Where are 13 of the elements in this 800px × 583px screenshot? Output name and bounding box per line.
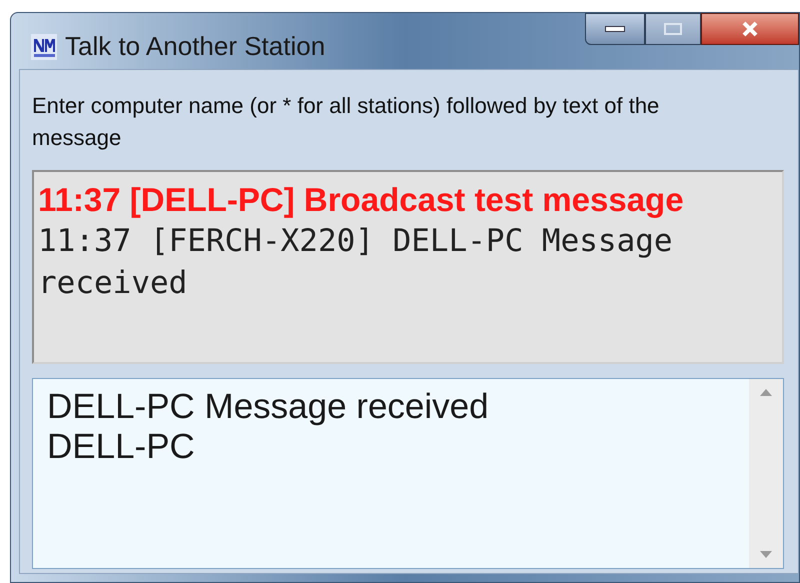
message-input-field[interactable]: DELL-PC Message received DELL-PC	[32, 378, 784, 569]
maximize-button[interactable]	[645, 13, 701, 45]
vertical-scrollbar[interactable]	[749, 379, 783, 568]
window-title: Talk to Another Station	[65, 30, 326, 63]
instruction-text: Enter computer name (or * for all stations) followed by text of the message	[32, 92, 660, 152]
minimize-button[interactable]	[585, 13, 645, 45]
close-icon[interactable]	[741, 21, 759, 37]
scroll-down-icon[interactable]	[760, 551, 772, 558]
broadcast-message: 11:37 [DELL-PC] Broadcast test message	[38, 180, 685, 220]
scroll-up-icon[interactable]	[760, 389, 772, 396]
app-logo-icon	[31, 34, 57, 60]
close-button[interactable]	[701, 13, 799, 45]
reply-message: 11:37 [FERCH-X220] DELL-PC Message received	[38, 222, 674, 303]
